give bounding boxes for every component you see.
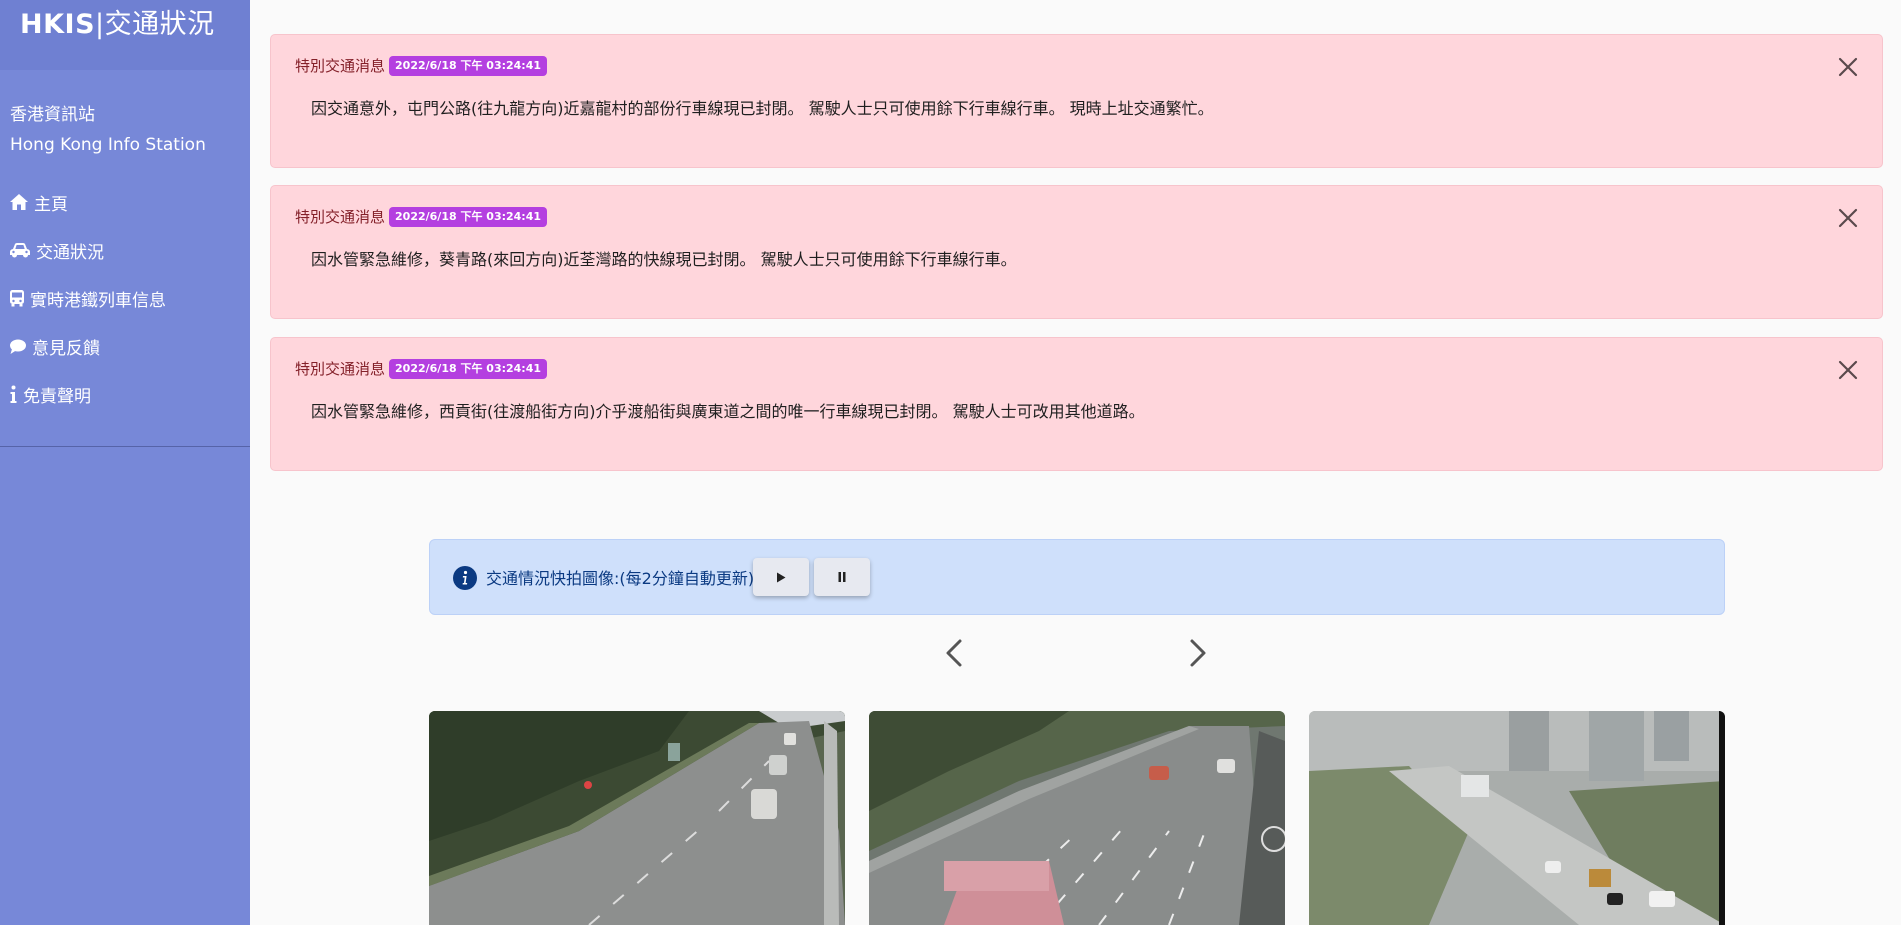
alert-message: 因交通意外，屯門公路(往九龍方向)近嘉龍村的部份行車線現已封閉。 駕駛人士只可使… [311,99,1214,118]
sidebar: HKIS|交通狀況 香港資訊站 Hong Kong Info Station 主… [0,0,250,925]
traffic-alert: 特別交通消息 2022/6/18 下午 03:24:41 因水管緊急維修，葵青路… [270,185,1883,319]
info-circle-icon [453,566,477,590]
sidebar-item-home[interactable]: 主頁 [9,178,250,226]
sidebar-item-label: 交通狀況 [36,242,104,263]
alert-header: 特別交通消息 2022/6/18 下午 03:24:41 [295,206,548,227]
traffic-camera-image[interactable] [429,711,845,925]
alert-header: 特別交通消息 2022/6/18 下午 03:24:41 [295,55,548,76]
sidebar-nav: 主頁 交通狀況 實時港鐵列車信息 意見反饋 免責聲明 [0,160,250,418]
brand-separator: | [95,9,105,40]
sidebar-item-label: 實時港鐵列車信息 [30,290,166,311]
sidebar-item-label: 意見反饋 [32,338,100,359]
brand-title[interactable]: HKIS|交通狀況 [20,8,230,42]
traffic-alert: 特別交通消息 2022/6/18 下午 03:24:41 因水管緊急維修，西貢街… [270,337,1883,471]
pause-button[interactable] [814,558,870,596]
snapshot-info-text: 交通情況快拍圖像:(每2分鐘自動更新) [486,569,755,588]
traffic-camera-image[interactable] [869,711,1285,925]
info-icon [10,385,17,403]
sidebar-item-traffic[interactable]: 交通狀況 [9,226,250,274]
snapshot-info-bar: 交通情況快拍圖像:(每2分鐘自動更新) [429,539,1725,615]
play-icon [777,572,786,582]
bus-icon [10,290,24,307]
close-icon[interactable] [1836,55,1860,79]
sidebar-item-label: 免責聲明 [23,386,91,407]
station-name: 香港資訊站 Hong Kong Info Station [0,70,250,160]
comment-icon [10,339,26,354]
station-name-zh: 香港資訊站 [10,105,95,125]
sidebar-item-disclaimer[interactable]: 免責聲明 [9,370,250,418]
alert-timestamp-badge: 2022/6/18 下午 03:24:41 [389,206,548,227]
traffic-alert: 特別交通消息 2022/6/18 下午 03:24:41 因交通意外，屯門公路(… [270,34,1883,168]
sidebar-item-feedback[interactable]: 意見反饋 [9,322,250,370]
carousel-next-arrow[interactable] [1186,638,1210,668]
sidebar-divider [0,446,250,447]
play-button[interactable] [753,558,809,596]
alert-header: 特別交通消息 2022/6/18 下午 03:24:41 [295,358,548,379]
brand-header: HKIS|交通狀況 [0,0,250,70]
sidebar-item-mtr[interactable]: 實時港鐵列車信息 [9,274,250,322]
traffic-camera-image[interactable] [1309,711,1725,925]
sidebar-item-label: 主頁 [34,194,68,215]
car-icon [10,243,30,258]
home-icon [10,194,28,210]
alert-label: 特別交通消息 [295,208,386,226]
alert-message: 因水管緊急維修，西貢街(往渡船街方向)介乎渡船街與廣東道之間的唯一行車線現已封閉… [311,402,1145,421]
station-name-en: Hong Kong Info Station [10,135,206,155]
close-icon[interactable] [1836,358,1860,382]
brand-prefix: HKIS [20,9,96,40]
alert-label: 特別交通消息 [295,360,386,378]
close-icon[interactable] [1836,206,1860,230]
alert-label: 特別交通消息 [295,57,386,75]
brand-suffix: 交通狀況 [104,9,215,40]
alert-message: 因水管緊急維修，葵青路(來回方向)近荃灣路的快線現已封閉。 駕駛人士只可使用餘下… [311,250,1017,269]
alert-timestamp-badge: 2022/6/18 下午 03:24:41 [389,55,548,76]
carousel-prev-arrow[interactable] [942,638,966,668]
alert-timestamp-badge: 2022/6/18 下午 03:24:41 [389,358,548,379]
pause-icon [838,572,846,582]
